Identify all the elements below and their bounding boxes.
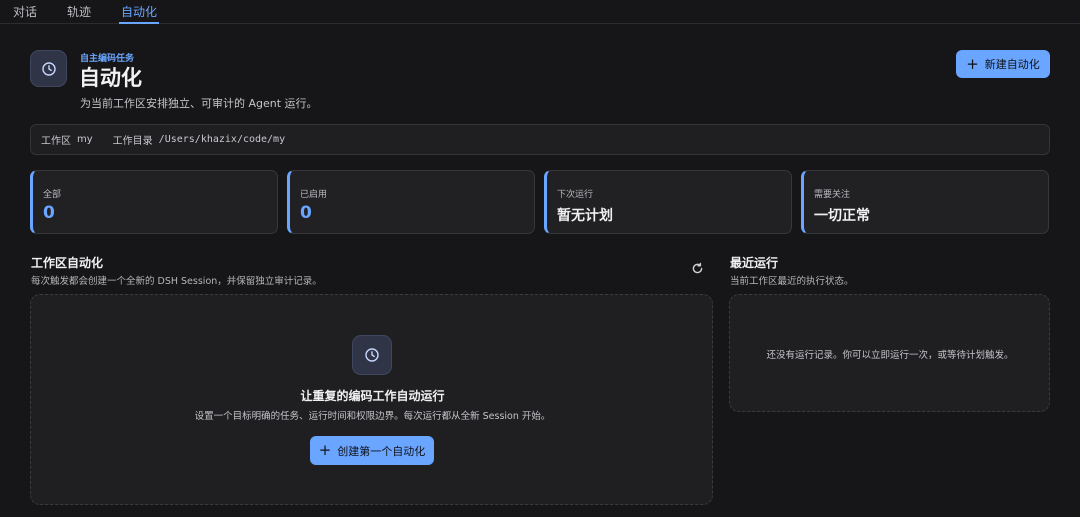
empty-state-title: 让重复的编码工作自动运行: [300, 389, 445, 403]
stat-card-next-run: 下次运行 暂无计划: [544, 170, 792, 234]
clock-icon: [352, 335, 392, 375]
tab-trace[interactable]: 轨迹: [67, 0, 91, 24]
tab-chat[interactable]: 对话: [13, 0, 37, 24]
workspace-path-bar: 工作区 my 工作目录 /Users/khazix/code/my: [30, 124, 1050, 155]
directory-value: /Users/khazix/code/my: [158, 134, 286, 145]
refresh-icon[interactable]: [691, 260, 704, 274]
page-subtitle: 为当前工作区安排独立、可审计的 Agent 运行。: [80, 97, 318, 110]
stat-label: 下次运行: [557, 190, 594, 200]
workspace-label: 工作区: [41, 136, 71, 147]
create-first-automation-button[interactable]: + 创建第一个自动化: [310, 436, 434, 465]
tab-automation[interactable]: 自动化: [119, 0, 160, 24]
automations-empty-panel: 让重复的编码工作自动运行 设置一个目标明确的任务、运行时间和权限边界。每次运行都…: [30, 294, 713, 505]
plus-icon: +: [318, 441, 332, 459]
stat-label: 已启用: [300, 190, 328, 200]
recent-runs-title: 最近运行: [730, 256, 779, 270]
recent-runs-panel: 还没有运行记录。你可以立即运行一次，或等待计划触发。: [729, 294, 1050, 412]
stat-label: 需要关注: [814, 190, 851, 200]
stat-value: 0: [43, 203, 55, 223]
stat-value: 0: [300, 203, 312, 223]
clock-icon: [30, 50, 67, 87]
new-automation-button[interactable]: + 新建自动化: [956, 50, 1050, 78]
automations-subtitle: 每次触发都会创建一个全新的 DSH Session，并保留独立审计记录。: [31, 276, 322, 287]
stat-card-enabled: 已启用 0: [287, 170, 535, 234]
stat-card-total: 全部 0: [30, 170, 278, 234]
workspace-value: my: [77, 134, 93, 145]
stat-value: 一切正常: [814, 208, 870, 224]
stat-label: 全部: [43, 190, 62, 200]
recent-runs-subtitle: 当前工作区最近的执行状态。: [730, 276, 854, 287]
stat-value: 暂无计划: [557, 208, 613, 224]
automations-title: 工作区自动化: [31, 256, 104, 270]
tab-bar: 对话 轨迹 自动化: [0, 0, 1080, 24]
stat-card-attention: 需要关注 一切正常: [801, 170, 1049, 234]
empty-state-description: 设置一个目标明确的任务、运行时间和权限边界。每次运行都从全新 Session 开…: [194, 411, 551, 422]
page-title: 自动化: [79, 66, 142, 90]
plus-icon: +: [966, 54, 979, 73]
new-automation-label: 新建自动化: [984, 58, 1040, 71]
recent-runs-empty-text: 还没有运行记录。你可以立即运行一次，或等待计划触发。: [766, 350, 1014, 361]
directory-label: 工作目录: [112, 136, 153, 147]
create-first-automation-label: 创建第一个自动化: [337, 444, 426, 458]
